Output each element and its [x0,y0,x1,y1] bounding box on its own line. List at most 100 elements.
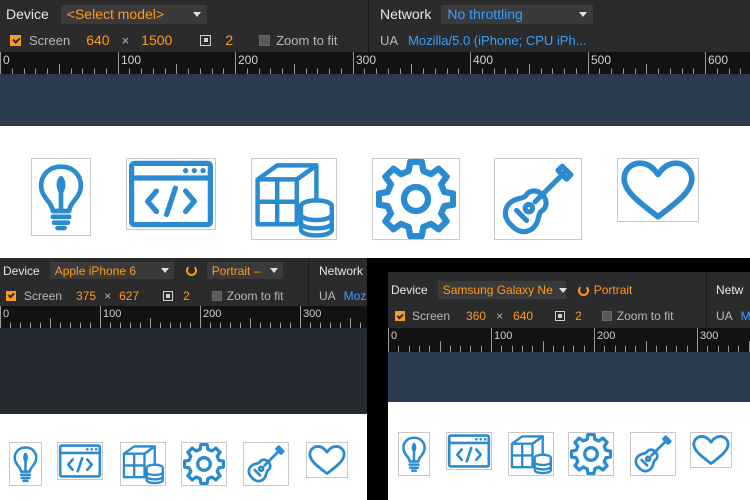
rotate-icon[interactable] [185,265,197,276]
zoom-to-fit-checkbox[interactable] [211,290,222,301]
orientation-value[interactable]: Portrait [594,283,633,297]
emulation-toolbar: Device <Select model> Screen 640 × 1500 … [0,0,750,52]
device-pixel-ratio-input[interactable]: 2 [183,289,190,303]
orientation-select[interactable]: Portrait – [206,262,283,279]
ruler-tick-label: 0 [3,53,10,67]
times-sign: × [496,309,504,323]
device-pixel-ratio-input[interactable]: 2 [575,309,582,323]
toolbar-divider [706,272,707,328]
code-window-icon [447,434,491,468]
chevron-down-icon [579,11,588,17]
device-select[interactable]: Apple iPhone 6 [49,262,174,279]
gear-icon [183,443,225,485]
ruler-tick-label: 600 [708,53,728,67]
ruler-ticks: 0 100 200 300 [0,306,361,328]
rotate-icon[interactable] [577,284,589,296]
screen-checkbox[interactable] [10,34,21,46]
user-agent-input[interactable]: Mozilla/5.0 (iPhone; CPU iPh... [408,33,586,48]
heart-icon [618,159,698,221]
network-label: Netw [716,283,744,297]
ruler-tick-label: 300 [303,308,321,320]
screen-width-input[interactable]: 360 [466,309,486,323]
emulation-toolbar: Device Apple iPhone 6 Portrait – Screen … [0,258,367,306]
icon-tile [494,158,582,240]
device-label: Device [6,6,49,22]
user-agent-input[interactable]: M [741,309,750,323]
chevron-down-icon [192,11,201,17]
box-database-icon [252,159,336,239]
icon-tile [372,158,460,240]
dark-band [0,328,367,414]
icon-row [0,414,367,500]
lightbulb-icon [32,162,90,232]
icon-tile [181,442,227,486]
ruler-ticks: 0 100 200 300 400 500 600 [0,52,741,74]
chevron-down-icon [160,268,169,273]
box-database-icon [122,445,164,485]
icon-tile [126,158,216,230]
device-pixel-ratio-input[interactable]: 2 [225,32,233,48]
zoom-to-fit-checkbox[interactable] [601,311,612,321]
screen-width-input[interactable]: 375 [76,289,96,303]
lightbulb-icon [402,436,426,472]
screen-label: Screen [24,288,63,303]
emulation-toolbar: Device Samsung Galaxy Ne Portrait Screen… [388,272,750,328]
toolbar-divider [368,0,369,52]
heart-icon [692,434,730,466]
screen-checkbox[interactable] [395,311,405,321]
gear-icon [376,159,456,239]
screen-checkbox[interactable] [6,290,16,301]
icon-tile [120,442,166,486]
ruler-tick-label: 100 [121,53,141,67]
ruler-tick-label: 0 [3,308,9,320]
icon-tile [690,432,732,468]
lightbulb-icon [13,446,38,483]
ruler-tick-label: 500 [591,53,611,67]
guitar-icon [498,159,578,239]
icon-tile [617,158,699,222]
times-sign: × [104,288,112,303]
chevron-down-icon [558,287,567,293]
icon-tile [9,442,42,486]
zoom-to-fit-label: Zoom to fit [276,32,338,48]
device-select[interactable]: Samsung Galaxy Ne [437,281,567,299]
screen-height-input[interactable]: 627 [119,289,139,303]
network-select[interactable]: No throttling [441,4,594,24]
ruler-tick-label: 100 [494,330,512,342]
device-select[interactable]: <Select model> [60,4,207,24]
icon-row [388,402,750,500]
zoom-to-fit-label: Zoom to fit [616,309,674,323]
ruler-tick-label: 400 [473,53,493,67]
horizontal-ruler: 0 100 200 300 400 500 600 [0,52,750,74]
user-agent-input[interactable]: Moz [344,289,367,303]
icon-tile [243,442,289,486]
device-label: Device [3,263,40,278]
gear-icon [570,433,612,475]
screen-height-input[interactable]: 1500 [141,32,172,48]
icon-tile [251,158,337,240]
icon-tile [57,442,103,480]
zoom-to-fit-checkbox[interactable] [259,34,271,46]
devtools-panel-iphone: Device Apple iPhone 6 Portrait – Screen … [0,258,367,500]
network-label: Network [380,6,432,22]
code-window-icon [127,159,215,229]
ruler-tick-label: 0 [391,330,397,342]
times-sign: × [121,32,130,48]
heart-icon [308,444,346,476]
screen-width-input[interactable]: 640 [86,32,109,48]
icon-tile [398,432,430,476]
devtools-panel-top: Device <Select model> Screen 640 × 1500 … [0,0,750,258]
orientation-select-value: Portrait – [211,263,261,278]
ua-label: UA [319,288,336,303]
chevron-down-icon [269,268,278,273]
toolbar-divider [308,258,309,306]
ruler-tick-label: 200 [597,330,615,342]
device-label: Device [391,283,428,297]
code-window-icon [58,444,102,478]
icon-tile [306,442,348,478]
icon-tile [508,432,554,476]
horizontal-ruler: 0 100 200 300 [0,306,367,328]
device-pixel-ratio-icon [163,290,174,301]
ruler-tick-label: 100 [103,308,121,320]
screen-height-input[interactable]: 640 [513,309,533,323]
